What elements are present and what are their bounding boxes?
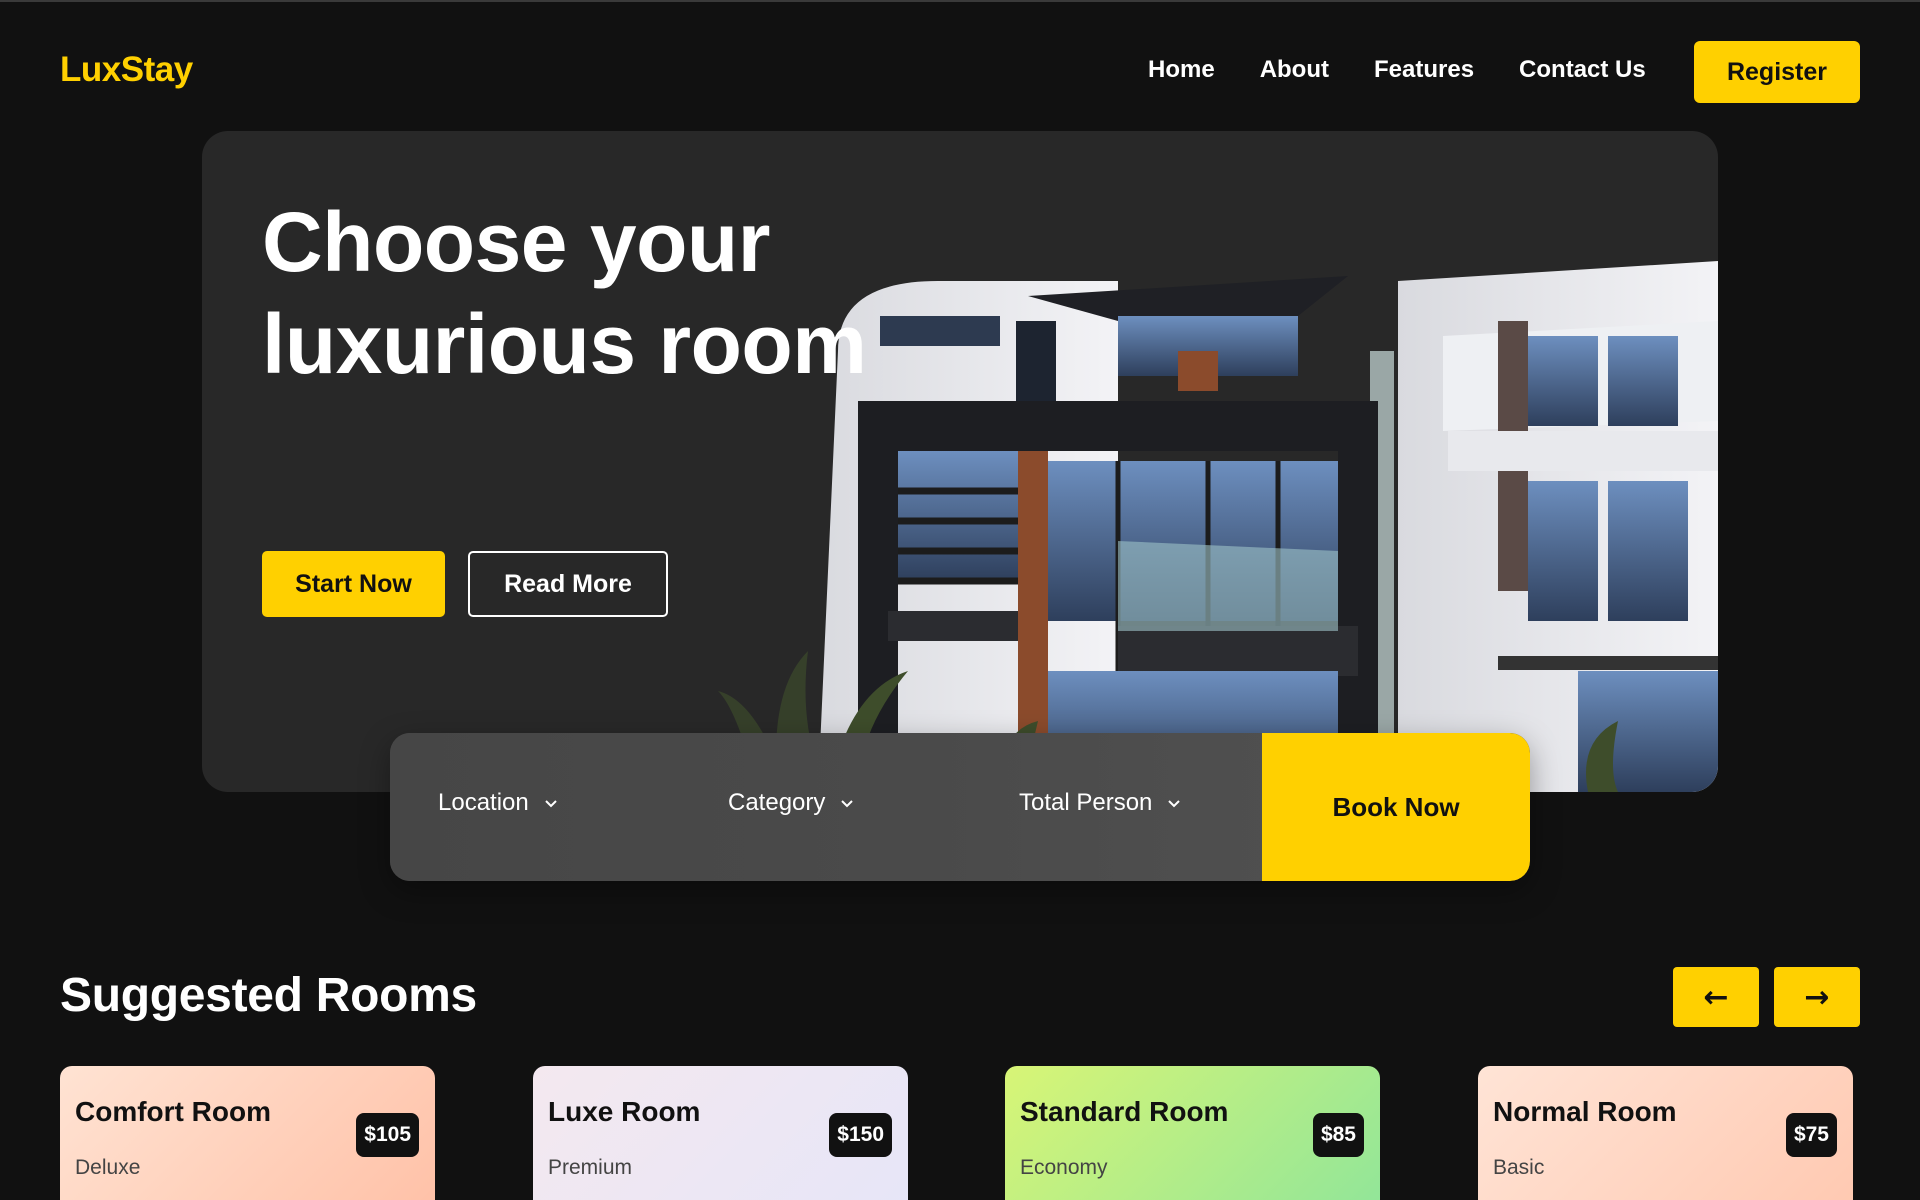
top-border xyxy=(0,0,1920,2)
chevron-down-icon xyxy=(1168,800,1181,808)
book-now-button[interactable]: Book Now xyxy=(1262,733,1530,881)
nav-contact-link[interactable]: Contact Us xyxy=(1519,54,1646,86)
location-dropdown[interactable]: Location xyxy=(438,789,559,817)
room-card[interactable]: Luxe Room Premium $150 xyxy=(533,1066,908,1200)
main-nav: Home About Features Contact Us xyxy=(1148,54,1646,86)
room-card[interactable]: Standard Room Economy $85 xyxy=(1005,1066,1380,1200)
room-category: Economy xyxy=(1020,1156,1108,1179)
room-category: Deluxe xyxy=(75,1156,141,1179)
nav-home-link[interactable]: Home xyxy=(1148,54,1215,86)
section-title-suggested-rooms: Suggested Rooms xyxy=(60,969,477,1022)
arrow-left-icon: ← xyxy=(1703,979,1729,1015)
register-button[interactable]: Register xyxy=(1694,41,1860,103)
location-label: Location xyxy=(438,789,529,816)
room-price-badge: $150 xyxy=(829,1113,892,1157)
brand-logo[interactable]: LuxStay xyxy=(60,50,193,90)
read-more-button[interactable]: Read More xyxy=(468,551,668,617)
room-price-badge: $105 xyxy=(356,1113,419,1157)
arrow-right-icon: → xyxy=(1804,979,1830,1015)
room-price-badge: $85 xyxy=(1312,1113,1364,1157)
nav-about-link[interactable]: About xyxy=(1260,54,1329,86)
room-category: Premium xyxy=(548,1156,633,1179)
nav-features-link[interactable]: Features xyxy=(1374,54,1474,86)
category-dropdown[interactable]: Category xyxy=(728,789,855,817)
room-price-badge: $75 xyxy=(1785,1113,1837,1157)
category-label: Category xyxy=(728,789,826,816)
room-card[interactable]: Comfort Room Deluxe $105 xyxy=(60,1066,435,1200)
chevron-down-icon xyxy=(841,800,854,808)
carousel-prev-button[interactable]: ← xyxy=(1673,967,1759,1027)
hero-title: Choose your luxurious room xyxy=(262,195,867,391)
chevron-down-icon xyxy=(545,800,557,808)
total-person-dropdown[interactable]: Total Person xyxy=(1019,789,1182,817)
room-category: Basic xyxy=(1493,1156,1545,1179)
total-person-label: Total Person xyxy=(1019,789,1153,816)
room-card[interactable]: Normal Room Basic $75 xyxy=(1478,1066,1853,1200)
hero-banner: Choose your luxurious room Start Now Rea… xyxy=(202,131,1718,792)
booking-search-bar: Location Category Total Person Book Now xyxy=(390,733,1530,881)
start-now-button[interactable]: Start Now xyxy=(262,551,445,617)
carousel-next-button[interactable]: → xyxy=(1774,967,1860,1027)
